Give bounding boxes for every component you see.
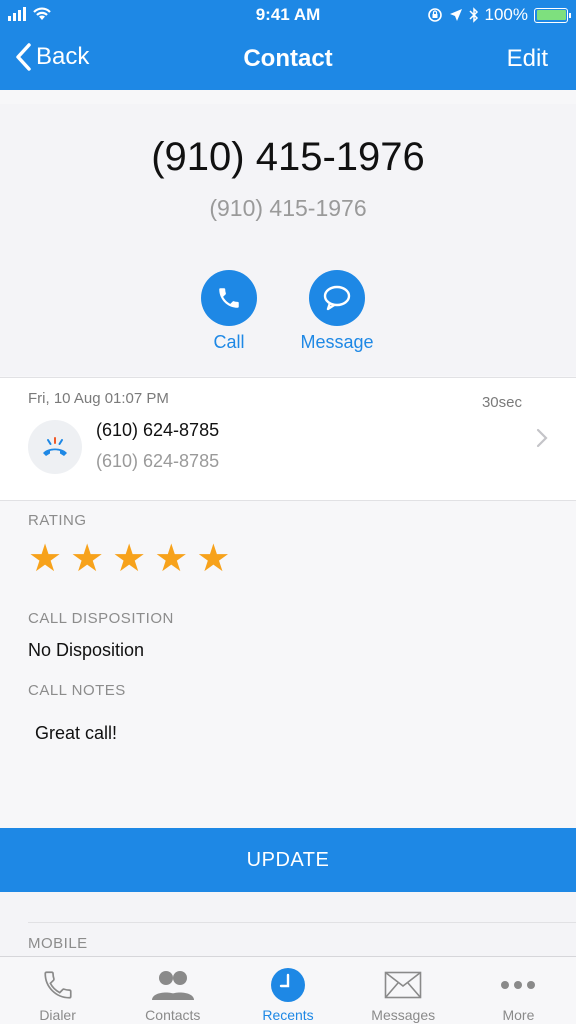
tab-label: Contacts (145, 1007, 201, 1023)
edit-button[interactable]: Edit (507, 45, 548, 73)
message-circle (309, 270, 365, 326)
battery-icon (534, 7, 571, 23)
rating-star[interactable]: ★ (28, 540, 62, 578)
tab-bar: Dialer Contacts Recents Messages More (0, 956, 576, 1024)
phone-icon (43, 971, 72, 999)
call-number-secondary: (610) 624-8785 (96, 451, 220, 471)
call-circle (201, 270, 257, 326)
notes-input[interactable]: Great call! (35, 723, 117, 744)
divider (28, 922, 576, 923)
chevron-right-icon (536, 428, 548, 448)
disposition-label: CALL DISPOSITION (28, 610, 174, 627)
call-label: Call (213, 332, 245, 352)
battery-fill (536, 10, 566, 20)
tab-contacts[interactable]: Contacts (115, 957, 230, 1024)
tab-dialer[interactable]: Dialer (0, 957, 115, 1024)
update-button[interactable]: UPDATE (0, 828, 576, 892)
tab-label: Dialer (39, 1007, 76, 1023)
more-icon (501, 981, 536, 989)
notes-label: CALL NOTES (28, 682, 126, 699)
rating-star[interactable]: ★ (112, 540, 146, 578)
rating-label: RATING (28, 512, 87, 529)
rotation-lock-icon (427, 8, 442, 22)
contact-number-secondary: (910) 415-1976 (209, 195, 367, 221)
message-button[interactable]: Message (277, 270, 397, 353)
phone-hangup-icon (43, 437, 67, 456)
chat-bubble-icon (323, 285, 351, 311)
call-log-entry[interactable]: Fri, 10 Aug 01:07 PM 30sec (610) 624-878… (0, 378, 576, 500)
call-duration: 30sec (481, 394, 522, 411)
call-type-avatar (28, 420, 82, 474)
tab-label: Messages (371, 1007, 436, 1023)
rating-star[interactable]: ★ (154, 540, 188, 578)
call-date: Fri, 10 Aug 01:07 PM (28, 390, 169, 407)
nav-bar: Back Contact Edit (0, 30, 576, 90)
location-icon (449, 9, 462, 21)
tab-label: Recents (262, 1007, 314, 1023)
rating-star[interactable]: ★ (196, 540, 230, 578)
mobile-label: MOBILE (28, 935, 88, 952)
status-bar: 9:41 AM 100% (0, 0, 576, 30)
contact-number-primary: (910) 415-1976 (151, 135, 425, 179)
envelope-icon (384, 971, 422, 999)
contacts-icon (151, 971, 194, 1000)
rating-stars[interactable]: ★ ★ ★ ★ ★ (28, 540, 230, 578)
disposition-value[interactable]: No Disposition (28, 640, 144, 661)
rating-star[interactable]: ★ (70, 540, 104, 578)
call-button[interactable]: Call (169, 270, 289, 353)
tab-messages[interactable]: Messages (346, 957, 461, 1024)
bluetooth-icon (468, 7, 478, 23)
tab-recents[interactable]: Recents (230, 957, 345, 1024)
tab-label: More (502, 1007, 535, 1023)
divider (0, 500, 576, 501)
message-label: Message (300, 332, 374, 352)
call-number-primary: (610) 624-8785 (96, 420, 220, 440)
page-title: Contact (243, 45, 333, 72)
clock-icon (271, 968, 305, 1002)
tab-more[interactable]: More (461, 957, 576, 1024)
status-right: 100% (427, 5, 571, 25)
phone-icon (219, 288, 239, 308)
battery-percent: 100% (484, 5, 528, 24)
